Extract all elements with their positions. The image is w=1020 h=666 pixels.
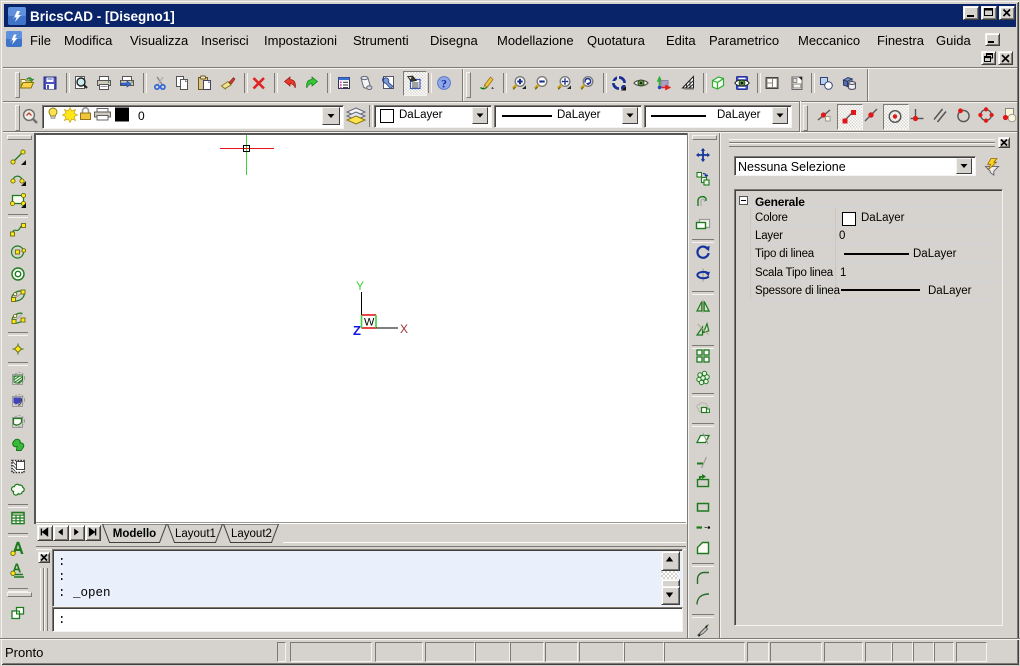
svg-text:W: W [364,317,375,329]
svg-text:Y: Y [356,279,364,293]
svg-text:?: ? [441,76,447,90]
svg-text:Z: Z [353,323,361,338]
svg-text:X: X [400,322,408,336]
